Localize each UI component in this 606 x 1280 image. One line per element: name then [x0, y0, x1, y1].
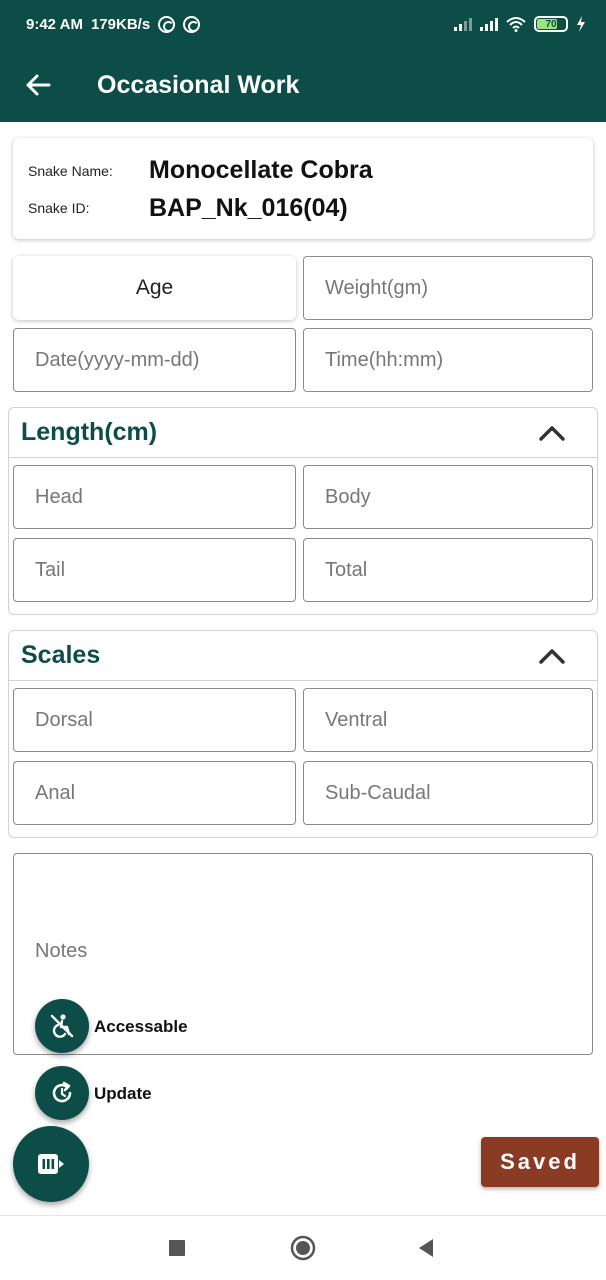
scales-section-title: Scales — [21, 641, 101, 669]
tail-field — [13, 538, 296, 602]
snake-info-card: Snake Name: Monocellate Cobra Snake ID: … — [13, 138, 593, 239]
charging-icon — [577, 16, 585, 32]
triangle-back-icon — [419, 1239, 433, 1257]
body-field — [303, 465, 593, 529]
snake-name-value: Monocellate Cobra — [149, 156, 373, 184]
system-nav-bar — [0, 1215, 606, 1280]
age-button[interactable]: Age — [13, 256, 296, 320]
anal-field — [13, 761, 296, 825]
total-field — [303, 538, 593, 602]
update-label[interactable]: Update — [94, 1084, 152, 1104]
notification-icon-2 — [183, 15, 201, 33]
notification-icon — [158, 15, 176, 33]
square-icon — [169, 1240, 185, 1256]
subcaudal-input[interactable] — [325, 762, 592, 824]
snake-name-label: Snake Name: — [28, 163, 113, 179]
page-title: Occasional Work — [97, 70, 300, 99]
head-input[interactable] — [35, 466, 295, 528]
back-nav-button[interactable] — [406, 1230, 446, 1266]
signal-1-icon — [454, 17, 472, 31]
tail-input[interactable] — [35, 539, 295, 601]
saved-button[interactable]: Saved — [481, 1137, 599, 1187]
weight-input[interactable] — [325, 257, 592, 319]
snake-id-label: Snake ID: — [28, 200, 90, 216]
date-field — [13, 328, 296, 392]
notes-input[interactable] — [35, 940, 575, 980]
battery-icon: 70 — [534, 16, 568, 32]
ventral-field — [303, 688, 593, 752]
status-left: 9:42 AM 179KB/s — [26, 15, 201, 33]
status-bar: 9:42 AM 179KB/s 70 — [0, 0, 606, 48]
subcaudal-field — [303, 761, 593, 825]
update-fab[interactable] — [35, 1066, 89, 1120]
app-bar: Occasional Work — [0, 48, 606, 122]
weight-field — [303, 256, 593, 320]
time-input[interactable] — [325, 329, 592, 391]
dorsal-field — [13, 688, 296, 752]
time-field — [303, 328, 593, 392]
back-button[interactable] — [0, 48, 76, 122]
ventral-input[interactable] — [325, 689, 592, 751]
update-icon — [52, 1081, 72, 1103]
recent-apps-button[interactable] — [157, 1230, 197, 1266]
accessable-label[interactable]: Accessable — [94, 1017, 188, 1037]
total-input[interactable] — [325, 539, 592, 601]
length-section-title: Length(cm) — [21, 418, 158, 446]
chevron-up-icon[interactable] — [537, 421, 567, 445]
accessable-fab[interactable] — [35, 999, 89, 1053]
accessibility-off-icon — [50, 1014, 74, 1038]
status-right: 70 — [454, 16, 586, 32]
snake-id-value: BAP_Nk_016(04) — [149, 194, 348, 222]
arrow-left-icon — [26, 74, 51, 96]
body-input[interactable] — [325, 466, 592, 528]
length-section-header[interactable]: Length(cm) — [9, 408, 597, 458]
wifi-icon — [506, 17, 526, 32]
battery-level: 70 — [545, 18, 557, 30]
chevron-up-icon[interactable] — [537, 644, 567, 668]
status-time: 9:42 AM — [26, 15, 83, 33]
dorsal-input[interactable] — [35, 689, 295, 751]
menu-fab[interactable] — [13, 1126, 89, 1202]
status-net-speed: 179KB/s — [90, 15, 151, 33]
home-button[interactable] — [283, 1230, 323, 1266]
date-input[interactable] — [35, 329, 295, 391]
menu-toggle-icon — [38, 1154, 64, 1174]
scales-section-header[interactable]: Scales — [9, 631, 597, 681]
anal-input[interactable] — [35, 762, 295, 824]
head-field — [13, 465, 296, 529]
signal-2-icon — [480, 17, 498, 31]
circle-icon — [290, 1235, 316, 1261]
